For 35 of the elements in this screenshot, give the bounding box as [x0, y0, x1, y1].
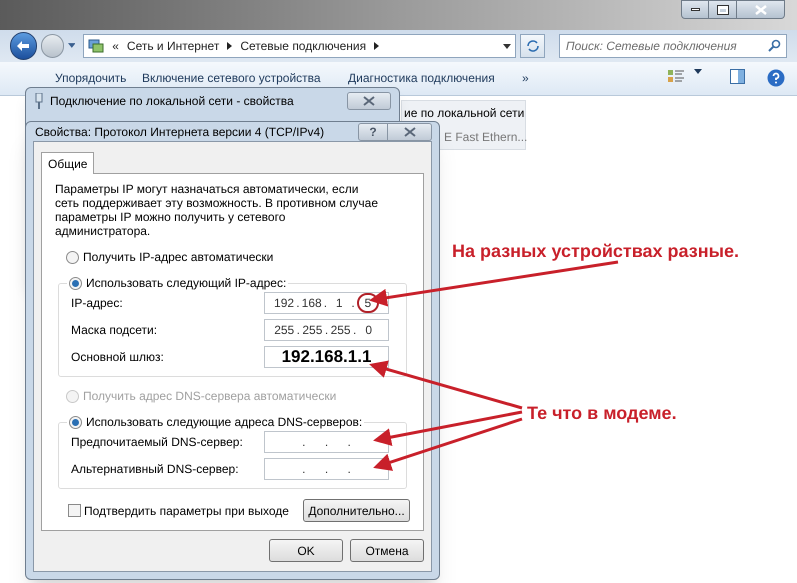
window-title: Свойства: Протокол Интернета версии 4 (TCP/IPv4)	[35, 124, 324, 140]
ip-address-field[interactable]: 192 . 168 . 1 . 5	[264, 292, 389, 314]
annotation-text: Те что в модеме.	[527, 402, 677, 425]
field-label: Маска подсети:	[71, 322, 158, 339]
search-field[interactable]: Поиск: Сетевые подключения	[558, 34, 787, 58]
description-text: Параметры IP могут назначаться автоматически, если сеть поддерживает эту возможность. В противном случае параметры IP можно получить у сетевого администратора.	[54, 182, 379, 238]
dialog-button[interactable]: OK	[269, 539, 343, 562]
annotation-text: На разных устройствах разные.	[452, 240, 739, 263]
field-label: Альтернативный DNS-сервер:	[71, 461, 239, 478]
advanced-button[interactable]: Дополнительно...	[303, 499, 410, 522]
breadcrumb-prefix: «	[112, 38, 119, 55]
toolbar-item[interactable]: Упорядочить	[55, 69, 142, 87]
address-bar[interactable]: « Сеть и Интернет Сетевые подключения	[83, 34, 516, 58]
breadcrumb-item[interactable]: Сеть и Интернет	[126, 37, 220, 55]
connection-name: ие по локальной сети	[403, 105, 524, 122]
breadcrumb-item[interactable]: Сетевые подключения	[240, 37, 366, 55]
field-label: IP-адрес:	[71, 295, 123, 312]
ip-address-field[interactable]: . . .	[264, 431, 389, 453]
ip-address-field[interactable]: 192.168.1.1	[264, 346, 389, 368]
radio-option[interactable]: Использовать следующий IP-адрес:	[69, 274, 286, 292]
dialog-button[interactable]: Отмена	[350, 539, 424, 562]
radio-option[interactable]: Получить IP-адрес автоматически	[66, 248, 423, 266]
confirm-checkbox[interactable]: Подтвердить параметры при выходе	[68, 502, 289, 520]
more-button[interactable]: »	[522, 69, 529, 87]
toolbar-item[interactable]: Диагностика подключения	[348, 69, 522, 87]
radio-option[interactable]: Использовать следующие адреса DNS-серверов:	[69, 413, 362, 431]
help-button[interactable]: ?	[358, 122, 388, 140]
adapter-name: E Fast Ethern...	[444, 129, 528, 146]
field-label: Предпочитаемый DNS-сервер:	[71, 434, 243, 451]
ip-address-field[interactable]: 255 . 255 . 255 . 0	[264, 319, 389, 341]
window-title: Подключение по локальной сети - свойства	[50, 93, 294, 110]
field-label: Основной шлюз:	[71, 349, 164, 366]
ip-address-field[interactable]: . . .	[264, 458, 389, 480]
toolbar-item[interactable]: Включение сетевого устройства	[142, 69, 348, 87]
tab[interactable]: Общие	[41, 152, 94, 174]
